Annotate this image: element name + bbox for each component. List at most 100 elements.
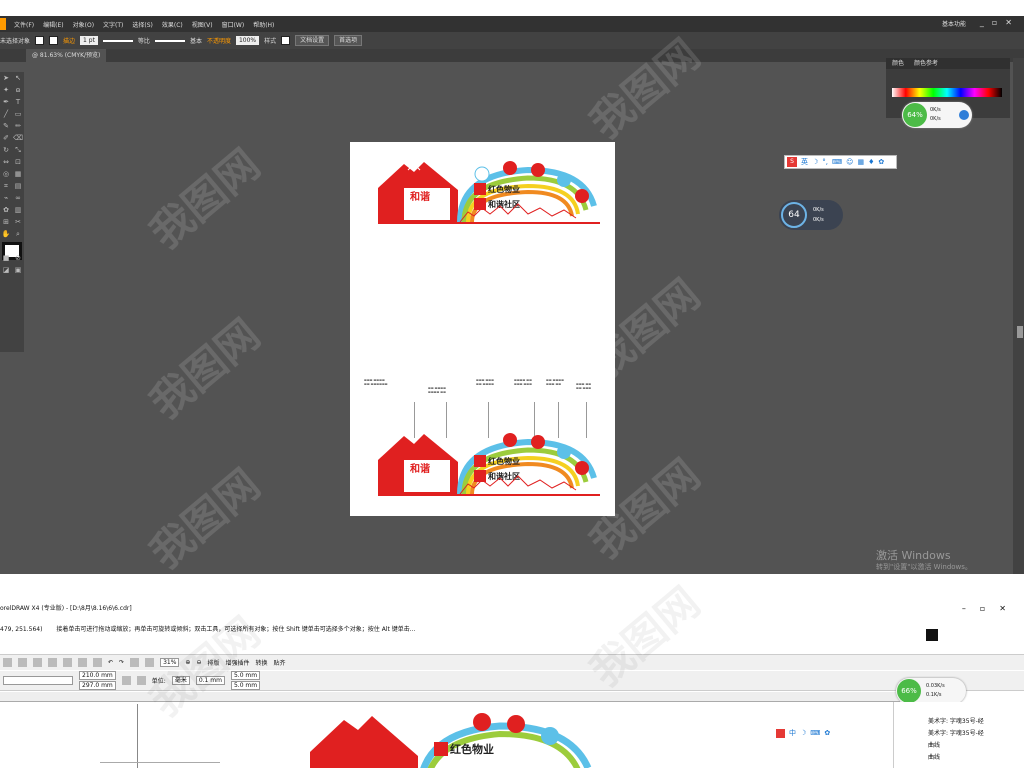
paste-icon[interactable] bbox=[93, 658, 102, 667]
style-swatch[interactable] bbox=[281, 36, 291, 45]
lasso-tool-icon[interactable]: ɷ bbox=[12, 84, 24, 96]
opacity-field[interactable]: 100% bbox=[235, 36, 260, 45]
keyboard-icon[interactable]: ⌨ bbox=[810, 729, 820, 737]
paintbrush-tool-icon[interactable]: ✎ bbox=[0, 120, 12, 132]
save-icon[interactable] bbox=[33, 658, 42, 667]
fill-indicator[interactable] bbox=[926, 629, 938, 641]
redo-icon[interactable]: ↷ bbox=[119, 659, 124, 666]
convert-button[interactable]: 转换 bbox=[256, 658, 268, 667]
artboard-tool-icon[interactable]: ⊞ bbox=[0, 216, 12, 228]
zoom-level-select[interactable]: 31% bbox=[160, 658, 180, 667]
none-color-icon[interactable]: ⊘ bbox=[12, 252, 24, 264]
network-speed-widget[interactable]: 64% 0K/s 0K/s bbox=[902, 102, 972, 128]
shirt-icon[interactable]: ♦ bbox=[868, 158, 874, 166]
line-tool-icon[interactable]: ╱ bbox=[0, 108, 12, 120]
brush-label[interactable]: 基本 bbox=[190, 36, 202, 45]
ime-lang[interactable]: 中 bbox=[789, 728, 796, 738]
slice-tool-icon[interactable]: ✂ bbox=[12, 216, 24, 228]
zoom-in-icon[interactable]: ⊕ bbox=[185, 659, 190, 666]
blend-tool-icon[interactable]: ∞ bbox=[12, 192, 24, 204]
selection-tool-icon[interactable]: ➤ bbox=[0, 72, 12, 84]
layout-button[interactable]: 排版 bbox=[207, 658, 219, 667]
zoom-out-icon[interactable]: ⊖ bbox=[196, 659, 201, 666]
shape-builder-icon[interactable]: ◎ bbox=[0, 168, 12, 180]
stroke-profile-preview[interactable] bbox=[102, 39, 133, 42]
gear-icon[interactable]: ✿ bbox=[824, 729, 830, 737]
page-width-field[interactable]: 210.0 mm bbox=[79, 671, 116, 680]
fill-swatch[interactable] bbox=[35, 36, 45, 45]
tab-color-guide[interactable]: 颜色参考 bbox=[914, 60, 938, 67]
symbol-sprayer-icon[interactable]: ✿ bbox=[0, 204, 12, 216]
eyedropper-tool-icon[interactable]: ⌁ bbox=[0, 192, 12, 204]
menu-edit[interactable]: 编辑(E) bbox=[43, 20, 63, 29]
mesh-tool-icon[interactable]: ⌗ bbox=[0, 180, 12, 192]
stroke-label[interactable]: 描边 bbox=[63, 36, 75, 45]
pencil-tool-icon[interactable]: ✏ bbox=[12, 120, 24, 132]
type-tool-icon[interactable]: T bbox=[12, 96, 24, 108]
object-row[interactable]: 美术字: 字魂35号-经 bbox=[928, 716, 984, 725]
color-mode-icon[interactable]: ■ bbox=[0, 252, 12, 264]
punctuation-icon[interactable]: °, bbox=[822, 158, 828, 166]
print-icon[interactable] bbox=[48, 658, 57, 667]
cut-icon[interactable] bbox=[63, 658, 72, 667]
color-spectrum[interactable] bbox=[892, 88, 1002, 97]
preferences-button[interactable]: 首选项 bbox=[334, 35, 363, 46]
dup-x-field[interactable]: 5.0 mm bbox=[230, 671, 261, 680]
plugin-button[interactable]: 增强插件 bbox=[225, 658, 249, 667]
portrait-icon[interactable] bbox=[121, 676, 131, 685]
new-icon[interactable] bbox=[3, 658, 12, 667]
export-icon[interactable] bbox=[145, 658, 155, 667]
perspective-grid-icon[interactable]: ▦ bbox=[12, 168, 24, 180]
snap-button[interactable]: 贴齐 bbox=[274, 658, 286, 667]
menu-object[interactable]: 对象(O) bbox=[73, 20, 94, 29]
stroke-width-field[interactable]: 1 pt bbox=[80, 36, 98, 45]
gradient-tool-icon[interactable]: ▤ bbox=[12, 180, 24, 192]
keyboard-icon[interactable]: ⌨ bbox=[832, 158, 842, 166]
window-controls[interactable]: _▫✕ bbox=[980, 18, 1020, 27]
menu-select[interactable]: 选择(S) bbox=[132, 20, 153, 29]
stroke-profile[interactable]: 等比 bbox=[138, 36, 150, 45]
nudge-field[interactable]: 0.1 mm bbox=[195, 676, 225, 685]
menu-type[interactable]: 文字(T) bbox=[103, 20, 123, 29]
graph-tool-icon[interactable]: ▥ bbox=[12, 204, 24, 216]
accelerate-icon[interactable] bbox=[959, 110, 969, 120]
opacity-label[interactable]: 不透明度 bbox=[207, 36, 231, 45]
simplified-icon[interactable]: ▦ bbox=[857, 158, 864, 166]
window-controls[interactable]: –▫✕ bbox=[962, 602, 1020, 616]
rectangle-tool-icon[interactable]: ▭ bbox=[12, 108, 24, 120]
gear-icon[interactable]: ✿ bbox=[878, 158, 884, 166]
page-height-field[interactable]: 297.0 mm bbox=[79, 681, 116, 690]
menu-window[interactable]: 窗口(W) bbox=[222, 20, 245, 29]
network-speed-widget-cdr[interactable]: 66% 0.03K/s 0.1K/s bbox=[896, 678, 966, 704]
menu-file[interactable]: 文件(F) bbox=[14, 20, 34, 29]
zoom-tool-icon[interactable]: ⌕ bbox=[12, 228, 24, 240]
free-transform-icon[interactable]: ⊡ bbox=[12, 156, 24, 168]
user-icon[interactable]: ☺ bbox=[846, 158, 853, 166]
draw-mode-icon[interactable]: ◪ bbox=[0, 264, 12, 276]
landscape-icon[interactable] bbox=[136, 676, 146, 685]
object-row[interactable]: 曲线 bbox=[928, 740, 940, 749]
direct-selection-tool-icon[interactable]: ↖ bbox=[12, 72, 24, 84]
copy-icon[interactable] bbox=[78, 658, 87, 667]
stroke-swatch[interactable] bbox=[49, 36, 59, 45]
tab-color[interactable]: 颜色 bbox=[892, 60, 904, 67]
object-row[interactable]: 美术字: 字魂35号-经 bbox=[928, 728, 984, 737]
magic-wand-icon[interactable]: ✦ bbox=[0, 84, 12, 96]
vertical-scrollbar[interactable] bbox=[1017, 326, 1023, 338]
menu-view[interactable]: 视图(V) bbox=[192, 20, 213, 29]
rotate-tool-icon[interactable]: ↻ bbox=[0, 144, 12, 156]
ime-lang-toggle[interactable]: 英 bbox=[801, 157, 808, 167]
brush-preview[interactable] bbox=[154, 39, 185, 42]
hand-tool-icon[interactable]: ✋ bbox=[0, 228, 12, 240]
doc-setup-button[interactable]: 文档设置 bbox=[295, 35, 330, 46]
width-tool-icon[interactable]: ⇔ bbox=[0, 156, 12, 168]
screen-mode-icon[interactable]: ▣ bbox=[12, 264, 24, 276]
scale-tool-icon[interactable]: ⤡ bbox=[12, 144, 24, 156]
blob-brush-icon[interactable]: ✐ bbox=[0, 132, 12, 144]
moon-icon[interactable]: ☽ bbox=[800, 729, 806, 737]
import-icon[interactable] bbox=[130, 658, 140, 667]
open-icon[interactable] bbox=[18, 658, 27, 667]
dark-speed-widget[interactable]: 64 0K/s 0K/s bbox=[779, 200, 843, 230]
document-tab[interactable]: @ 81.63% (CMYK/预览) bbox=[26, 49, 107, 62]
pen-tool-icon[interactable]: ✒ bbox=[0, 96, 12, 108]
